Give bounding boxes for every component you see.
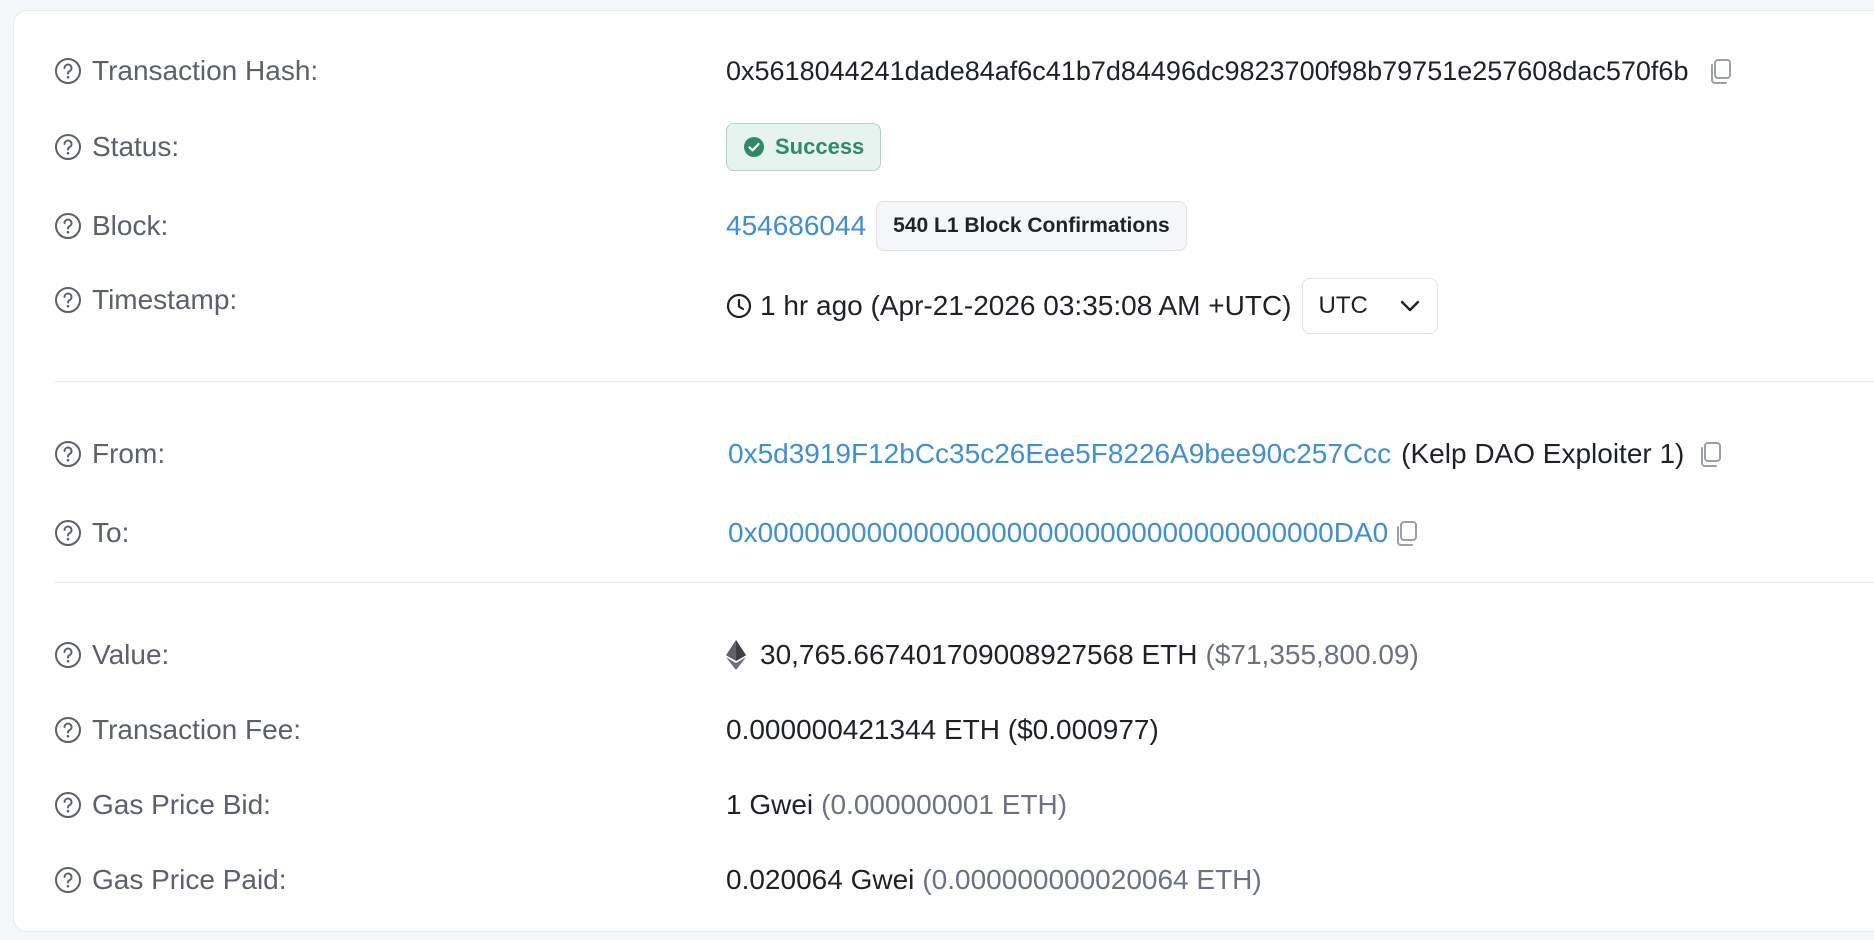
- row-transaction-fee: Transaction Fee: 0.000000421344 ETH ($0.…: [14, 700, 1874, 760]
- timestamp-label-wrap: Timestamp:: [54, 270, 237, 330]
- status-text: Success: [775, 134, 865, 159]
- timezone-select[interactable]: UTC: [1301, 278, 1438, 334]
- status-value-wrap: Success: [726, 117, 882, 177]
- value-value-wrap: 30,765.667401709008927568 ETH ($71,355,8…: [726, 625, 1419, 685]
- question-circle-icon[interactable]: [54, 440, 82, 468]
- copy-icon[interactable]: [1706, 56, 1736, 86]
- fee-value: 0.000000421344 ETH ($0.000977): [726, 714, 1159, 745]
- fee-label: Transaction Fee:: [92, 714, 302, 745]
- row-to: To: 0x0000000000000000000000000000000000…: [14, 503, 1874, 563]
- transaction-details-card: Transaction Hash: 0x5618044241dade84af6c…: [13, 10, 1874, 932]
- transaction-hash-value-wrap: 0x5618044241dade84af6c41b7d84496dc982370…: [726, 41, 1736, 101]
- timestamp-label: Timestamp:: [92, 284, 238, 315]
- row-timestamp: Timestamp: 1 hr ago (Apr-21-2026 03:35:0…: [14, 276, 1874, 336]
- block-label-wrap: Block:: [54, 196, 168, 256]
- gas-bid-value: 1 Gwei: [726, 789, 814, 820]
- row-value: Value: 30,765.667401709008927568 ETH ($7…: [14, 625, 1874, 685]
- question-circle-icon[interactable]: [54, 133, 82, 161]
- gas-paid-value: 0.020064 Gwei: [726, 864, 915, 895]
- row-gas-price-bid: Gas Price Bid: 1 Gwei (0.000000001 ETH): [14, 775, 1874, 835]
- timestamp-value-wrap: 1 hr ago (Apr-21-2026 03:35:08 AM +UTC) …: [726, 276, 1438, 336]
- clock-icon: [726, 293, 752, 319]
- timestamp-value: 1 hr ago (Apr-21-2026 03:35:08 AM +UTC): [760, 290, 1292, 321]
- to-value-wrap: 0x0000000000000000000000000000000000000D…: [728, 503, 1422, 563]
- value-label-wrap: Value:: [54, 625, 169, 685]
- question-circle-icon[interactable]: [54, 791, 82, 819]
- gas-paid-label-wrap: Gas Price Paid:: [54, 850, 287, 910]
- gas-bid-value-wrap: 1 Gwei (0.000000001 ETH): [726, 775, 1067, 835]
- check-circle-icon: [743, 136, 765, 158]
- question-circle-icon[interactable]: [54, 866, 82, 894]
- to-label: To:: [92, 517, 130, 548]
- block-number-link[interactable]: 454686044: [726, 210, 866, 242]
- question-circle-icon[interactable]: [54, 286, 82, 314]
- status-label-wrap: Status:: [54, 117, 179, 177]
- question-circle-icon[interactable]: [54, 57, 82, 85]
- gas-paid-value-wrap: 0.020064 Gwei (0.000000000020064 ETH): [726, 850, 1262, 910]
- value-label: Value:: [92, 639, 170, 670]
- question-circle-icon[interactable]: [54, 519, 82, 547]
- copy-icon[interactable]: [1392, 518, 1422, 548]
- from-value-wrap: 0x5d3919F12bCc35c26Eee5F8226A9bee90c257C…: [728, 424, 1726, 484]
- status-label: Status:: [92, 131, 180, 162]
- timezone-selected-value: UTC: [1318, 292, 1368, 319]
- transaction-hash-value: 0x5618044241dade84af6c41b7d84496dc982370…: [726, 55, 1689, 86]
- gas-bid-label-wrap: Gas Price Bid:: [54, 775, 271, 835]
- row-block: Block: 454686044 540 L1 Block Confirmati…: [14, 196, 1874, 256]
- block-value-wrap: 454686044 540 L1 Block Confirmations: [726, 196, 1187, 256]
- divider: [54, 381, 1874, 382]
- value-amount: 30,765.667401709008927568 ETH: [760, 639, 1198, 670]
- transaction-hash-label-wrap: Transaction Hash:: [54, 41, 318, 101]
- row-status: Status: Success: [14, 117, 1874, 177]
- chevron-down-icon: [1400, 300, 1419, 312]
- gas-paid-label: Gas Price Paid:: [92, 864, 287, 895]
- fee-label-wrap: Transaction Fee:: [54, 700, 301, 760]
- question-circle-icon[interactable]: [54, 716, 82, 744]
- question-circle-icon[interactable]: [54, 641, 82, 669]
- gas-bid-eth: (0.000000001 ETH): [821, 789, 1068, 820]
- row-gas-price-paid: Gas Price Paid: 0.020064 Gwei (0.0000000…: [14, 850, 1874, 910]
- from-name-tag: (Kelp DAO Exploiter 1): [1401, 438, 1685, 469]
- from-address-link[interactable]: 0x5d3919F12bCc35c26Eee5F8226A9bee90c257C…: [728, 438, 1391, 470]
- question-circle-icon[interactable]: [54, 212, 82, 240]
- row-from: From: 0x5d3919F12bCc35c26Eee5F8226A9bee9…: [14, 424, 1874, 484]
- gas-paid-eth: (0.000000000020064 ETH): [922, 864, 1262, 895]
- gas-bid-label: Gas Price Bid:: [92, 789, 271, 820]
- block-label: Block:: [92, 210, 169, 241]
- ethereum-icon: [726, 640, 746, 670]
- from-label-wrap: From:: [54, 424, 165, 484]
- copy-icon[interactable]: [1696, 439, 1726, 469]
- transaction-hash-label: Transaction Hash:: [92, 55, 319, 86]
- from-label: From:: [92, 438, 166, 469]
- to-label-wrap: To:: [54, 503, 129, 563]
- status-badge: Success: [726, 123, 882, 171]
- confirmations-badge: 540 L1 Block Confirmations: [876, 201, 1187, 251]
- divider: [54, 582, 1874, 583]
- row-transaction-hash: Transaction Hash: 0x5618044241dade84af6c…: [14, 41, 1874, 101]
- to-address-link[interactable]: 0x0000000000000000000000000000000000000D…: [728, 517, 1388, 549]
- fee-value-wrap: 0.000000421344 ETH ($0.000977): [726, 700, 1159, 760]
- value-usd: ($71,355,800.09): [1205, 639, 1419, 670]
